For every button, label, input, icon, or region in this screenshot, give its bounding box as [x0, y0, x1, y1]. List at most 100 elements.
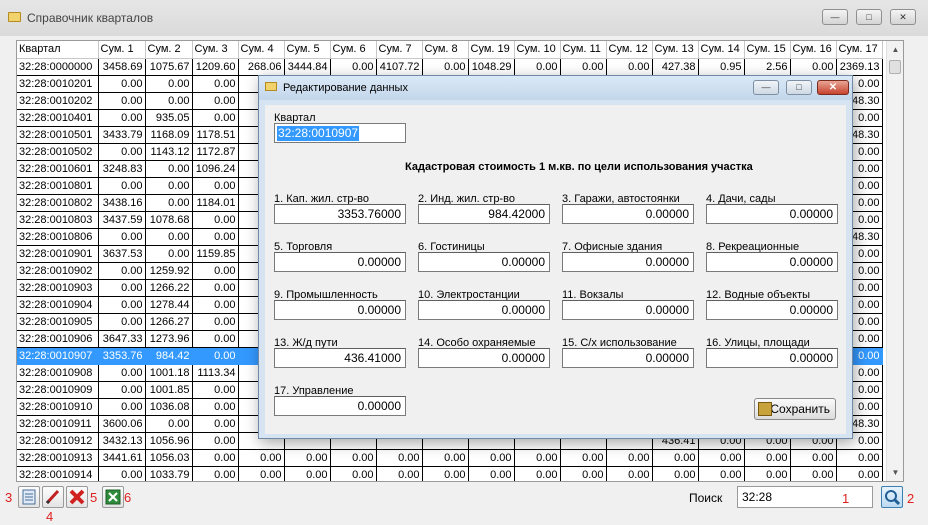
value-cell[interactable]: 0.00: [560, 466, 607, 481]
kvartal-cell[interactable]: 32:28:0010601: [17, 160, 99, 178]
kvartal-cell[interactable]: 32:28:0000000: [17, 58, 99, 76]
value-cell[interactable]: 0.00: [192, 211, 239, 229]
value-cell[interactable]: 1178.51: [192, 126, 239, 144]
value-cell[interactable]: 1273.96: [145, 330, 193, 348]
value-cell[interactable]: 1048.29: [468, 58, 515, 76]
column-header[interactable]: Сум. 1: [98, 41, 146, 59]
value-cell[interactable]: 0.00: [422, 466, 469, 481]
kvartal-cell[interactable]: 32:28:0010902: [17, 262, 99, 280]
value-cell[interactable]: 0.00: [514, 466, 561, 481]
value-cell[interactable]: 268.06: [238, 58, 285, 76]
value-cell[interactable]: 3441.61: [98, 449, 146, 467]
value-cell[interactable]: 0.00: [836, 466, 883, 481]
value-cell[interactable]: 984.42: [145, 347, 193, 365]
value-cell[interactable]: 1033.79: [145, 466, 193, 481]
value-cell[interactable]: 0.00: [192, 381, 239, 399]
minimize-button[interactable]: —: [822, 9, 848, 25]
kvartal-cell[interactable]: 32:28:0010501: [17, 126, 99, 144]
value-cell[interactable]: 0.00: [192, 109, 239, 127]
value-cell[interactable]: 0.00: [98, 177, 146, 195]
search-input[interactable]: [737, 486, 873, 508]
value-cell[interactable]: 0.00: [376, 449, 423, 467]
value-cell[interactable]: 0.00: [98, 262, 146, 280]
column-header[interactable]: Сум. 19: [468, 41, 515, 59]
value-cell[interactable]: 0.00: [330, 58, 377, 76]
kvartal-cell[interactable]: 32:28:0010914: [17, 466, 99, 481]
value-cell[interactable]: 0.00: [145, 415, 193, 433]
value-cell[interactable]: 1113.34: [192, 364, 239, 382]
scroll-down-icon[interactable]: ▼: [887, 464, 903, 481]
value-cell[interactable]: 0.00: [560, 449, 607, 467]
value-cell[interactable]: 0.00: [98, 364, 146, 382]
close-button[interactable]: ✕: [890, 9, 916, 25]
value-cell[interactable]: 0.00: [98, 313, 146, 331]
column-header[interactable]: Сум. 16: [790, 41, 837, 59]
value-input[interactable]: 0.00000: [562, 252, 694, 272]
dialog-maximize-button[interactable]: □: [786, 80, 812, 95]
value-input[interactable]: 0.00000: [562, 348, 694, 368]
value-cell[interactable]: 2.56: [744, 58, 791, 76]
value-cell[interactable]: 0.00: [192, 347, 239, 365]
kvartal-cell[interactable]: 32:28:0010806: [17, 228, 99, 246]
value-cell[interactable]: 935.05: [145, 109, 193, 127]
maximize-button[interactable]: □: [856, 9, 882, 25]
scroll-thumb[interactable]: [889, 60, 901, 74]
value-cell[interactable]: 0.00: [145, 92, 193, 110]
view-button[interactable]: [18, 486, 40, 508]
kvartal-cell[interactable]: 32:28:0010905: [17, 313, 99, 331]
table-row[interactable]: 32:28:0010914 0.00 1033.79 0.00 0.00 0.00 0.00…: [17, 466, 883, 481]
value-cell[interactable]: 1001.18: [145, 364, 193, 382]
value-cell[interactable]: 0.00: [192, 415, 239, 433]
excel-export-button[interactable]: [102, 486, 124, 508]
value-cell[interactable]: 0.00: [98, 75, 146, 93]
value-cell[interactable]: 3437.59: [98, 211, 146, 229]
value-input[interactable]: 0.00000: [274, 252, 406, 272]
kvartal-cell[interactable]: 32:28:0010911: [17, 415, 99, 433]
value-cell[interactable]: 1266.27: [145, 313, 193, 331]
value-cell[interactable]: 1184.01: [192, 194, 239, 212]
value-cell[interactable]: 0.00: [698, 466, 745, 481]
value-cell[interactable]: 0.00: [606, 449, 653, 467]
column-header[interactable]: Сум. 4: [238, 41, 285, 59]
search-button[interactable]: [881, 486, 903, 508]
value-cell[interactable]: 3637.53: [98, 245, 146, 263]
kvartal-cell[interactable]: 32:28:0010801: [17, 177, 99, 195]
value-cell[interactable]: 0.00: [192, 449, 239, 467]
kvartal-cell[interactable]: 32:28:0010802: [17, 194, 99, 212]
vertical-scrollbar[interactable]: ▲ ▼: [886, 41, 903, 481]
value-input[interactable]: 0.00000: [418, 252, 550, 272]
column-header[interactable]: Сум. 6: [330, 41, 377, 59]
column-header[interactable]: Сум. 12: [606, 41, 653, 59]
value-cell[interactable]: 0.00: [192, 466, 239, 481]
value-cell[interactable]: 0.00: [652, 449, 699, 467]
kvartal-cell[interactable]: 32:28:0010907: [17, 347, 99, 365]
column-header[interactable]: Сум. 15: [744, 41, 791, 59]
value-cell[interactable]: 0.00: [192, 228, 239, 246]
column-header[interactable]: Сум. 7: [376, 41, 423, 59]
column-header[interactable]: Сум. 11: [560, 41, 607, 59]
value-cell[interactable]: 0.00: [238, 466, 285, 481]
value-cell[interactable]: 0.00: [376, 466, 423, 481]
value-cell[interactable]: 0.00: [192, 330, 239, 348]
value-cell[interactable]: 0.00: [192, 177, 239, 195]
value-cell[interactable]: 0.00: [98, 228, 146, 246]
value-cell[interactable]: 0.00: [145, 228, 193, 246]
value-cell[interactable]: 0.00: [698, 449, 745, 467]
value-cell[interactable]: 3353.76: [98, 347, 146, 365]
value-cell[interactable]: 0.00: [744, 466, 791, 481]
edit-button[interactable]: [42, 486, 64, 508]
value-cell[interactable]: 1168.09: [145, 126, 193, 144]
value-cell[interactable]: 0.00: [145, 245, 193, 263]
value-cell[interactable]: 0.00: [422, 58, 469, 76]
value-cell[interactable]: 0.00: [192, 313, 239, 331]
column-header[interactable]: Квартал: [17, 41, 99, 59]
value-cell[interactable]: 0.00: [744, 449, 791, 467]
value-input[interactable]: 984.42000: [418, 204, 550, 224]
value-cell[interactable]: 1172.87: [192, 143, 239, 161]
value-cell[interactable]: 0.00: [606, 58, 653, 76]
kvartal-cell[interactable]: 32:28:0010401: [17, 109, 99, 127]
value-cell[interactable]: 0.00: [98, 143, 146, 161]
value-cell[interactable]: 1278.44: [145, 296, 193, 314]
delete-button[interactable]: [66, 486, 88, 508]
value-cell[interactable]: 3248.83: [98, 160, 146, 178]
